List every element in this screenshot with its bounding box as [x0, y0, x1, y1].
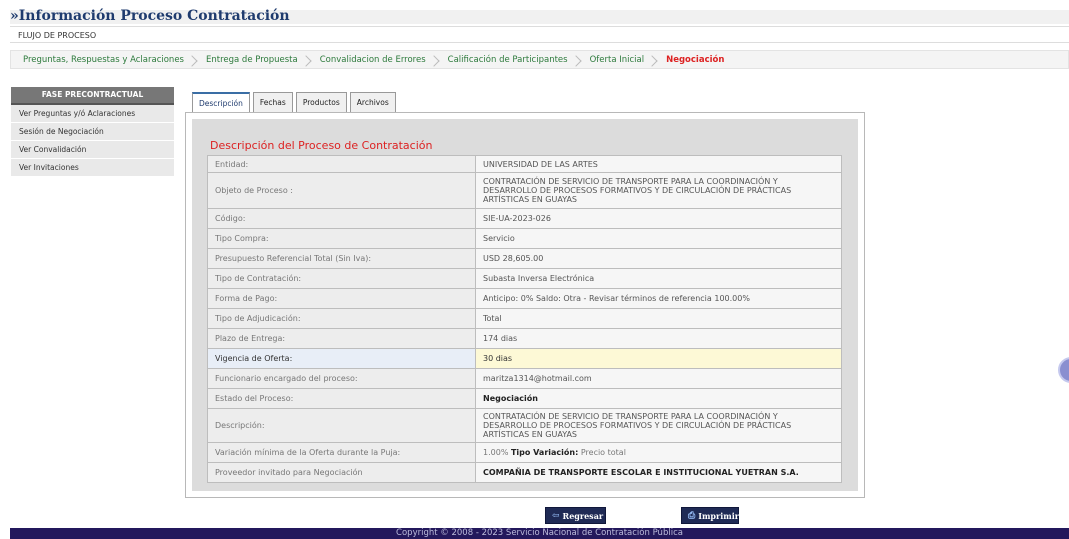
row-value: 30 dias: [475, 348, 842, 369]
tab-descripcion[interactable]: Descripción: [192, 92, 250, 112]
breadcrumb: Preguntas, Respuestas y Aclaraciones Ent…: [10, 50, 1069, 69]
table-row: Objeto de Proceso : CONTRATACIÓN DE SERV…: [207, 172, 842, 209]
sidebar-item-sesion-negociacion[interactable]: Sesión de Negociación: [11, 123, 174, 141]
row-label: Forma de Pago:: [207, 288, 476, 309]
tipo-variacion-value: Precio total: [580, 448, 626, 457]
row-value: SIE-UA-2023-026: [475, 208, 842, 229]
table-row: Presupuesto Referencial Total (Sin Iva):…: [207, 248, 842, 269]
row-value: UNIVERSIDAD DE LAS ARTES: [475, 155, 842, 173]
row-label: Tipo de Contratación:: [207, 268, 476, 289]
table-row: Variación mínima de la Oferta durante la…: [207, 442, 842, 463]
row-label: Funcionario encargado del proceso:: [207, 368, 476, 389]
row-value: Negociación: [475, 388, 842, 409]
process-info-table: Entidad: UNIVERSIDAD DE LAS ARTES Objeto…: [207, 155, 842, 483]
breadcrumb-convalidacion[interactable]: Convalidacion de Errores: [314, 55, 442, 65]
tipo-variacion-label: Tipo Variación:: [510, 448, 579, 457]
breadcrumb-entrega[interactable]: Entrega de Propuesta: [200, 55, 314, 65]
row-label: Estado del Proceso:: [207, 388, 476, 409]
row-value: USD 28,605.00: [475, 248, 842, 269]
table-row: Funcionario encargado del proceso: marit…: [207, 368, 842, 389]
row-label: Código:: [207, 208, 476, 229]
flow-label: FLUJO DE PROCESO: [10, 26, 1069, 43]
breadcrumb-negociacion[interactable]: Negociación: [660, 55, 740, 65]
breadcrumb-oferta-inicial[interactable]: Oferta Inicial: [584, 55, 661, 65]
row-value: Anticipo: 0% Saldo: Otra - Revisar térmi…: [475, 288, 842, 309]
table-row: Plazo de Entrega: 174 dias: [207, 328, 842, 349]
tab-productos[interactable]: Productos: [295, 92, 347, 112]
row-label: Tipo de Adjudicación:: [207, 308, 476, 329]
row-value: Subasta Inversa Electrónica: [475, 268, 842, 289]
variacion-value: 1.00%: [483, 448, 509, 457]
row-label: Plazo de Entrega:: [207, 328, 476, 349]
back-button-label: Regresar: [562, 510, 604, 521]
tab-bar: Descripción Fechas Productos Archivos: [192, 92, 399, 112]
page-title: »Información Proceso Contratación: [10, 8, 290, 24]
back-button[interactable]: ⇦ Regresar: [545, 507, 606, 524]
tab-fechas[interactable]: Fechas: [252, 92, 293, 112]
print-button[interactable]: ⎙ Imprimir: [681, 507, 739, 524]
table-row: Proveedor invitado para Negociación COMP…: [207, 462, 842, 483]
sidebar-item-preguntas[interactable]: Ver Preguntas y/ó Aclaraciones: [11, 105, 174, 123]
row-label: Entidad:: [207, 155, 476, 173]
sidebar-item-invitaciones[interactable]: Ver Invitaciones: [11, 159, 174, 177]
table-row: Código: SIE-UA-2023-026: [207, 208, 842, 229]
content-panel: Descripción del Proceso de Contratación …: [185, 112, 865, 498]
footer: Copyright © 2008 - 2023 Servicio Naciona…: [10, 528, 1069, 539]
table-row: Descripción: CONTRATACIÓN DE SERVICIO DE…: [207, 408, 842, 443]
content-panel-inner: Descripción del Proceso de Contratación …: [192, 119, 858, 491]
print-button-label: Imprimir: [698, 510, 739, 521]
row-value-variacion: 1.00% Tipo Variación: Precio total: [475, 442, 842, 463]
arrow-left-icon: ⇦: [552, 510, 560, 521]
tab-archivos[interactable]: Archivos: [349, 92, 396, 112]
row-label: Tipo Compra:: [207, 228, 476, 249]
row-label: Vigencia de Oferta:: [207, 348, 476, 369]
table-row: Tipo Compra: Servicio: [207, 228, 842, 249]
row-value: CONTRATACIÓN DE SERVICIO DE TRANSPORTE P…: [475, 408, 842, 443]
sidebar-header: FASE PRECONTRACTUAL: [11, 87, 174, 105]
floating-widget-icon[interactable]: [1058, 357, 1069, 383]
row-label: Variación mínima de la Oferta durante la…: [207, 442, 476, 463]
row-value: CONTRATACIÓN DE SERVICIO DE TRANSPORTE P…: [475, 172, 842, 209]
table-row-highlighted: Vigencia de Oferta: 30 dias: [207, 348, 842, 369]
row-value: maritza1314@hotmail.com: [475, 368, 842, 389]
breadcrumb-calificacion[interactable]: Calificación de Participantes: [442, 55, 584, 65]
row-value: Total: [475, 308, 842, 329]
row-label: Objeto de Proceso :: [207, 172, 476, 209]
table-row: Forma de Pago: Anticipo: 0% Saldo: Otra …: [207, 288, 842, 309]
section-title: Descripción del Proceso de Contratación: [210, 139, 433, 152]
table-row: Entidad: UNIVERSIDAD DE LAS ARTES: [207, 155, 842, 173]
row-value: COMPAÑIA DE TRANSPORTE ESCOLAR E INSTITU…: [475, 462, 842, 483]
row-value: 174 dias: [475, 328, 842, 349]
row-label: Proveedor invitado para Negociación: [207, 462, 476, 483]
breadcrumb-preguntas[interactable]: Preguntas, Respuestas y Aclaraciones: [17, 55, 200, 65]
table-row: Estado del Proceso: Negociación: [207, 388, 842, 409]
row-label: Descripción:: [207, 408, 476, 443]
row-value: Servicio: [475, 228, 842, 249]
table-row: Tipo de Adjudicación: Total: [207, 308, 842, 329]
sidebar-item-convalidacion[interactable]: Ver Convalidación: [11, 141, 174, 159]
table-row: Tipo de Contratación: Subasta Inversa El…: [207, 268, 842, 289]
sidebar: FASE PRECONTRACTUAL Ver Preguntas y/ó Ac…: [11, 87, 174, 177]
row-label: Presupuesto Referencial Total (Sin Iva):: [207, 248, 476, 269]
printer-icon: ⎙: [688, 510, 696, 521]
